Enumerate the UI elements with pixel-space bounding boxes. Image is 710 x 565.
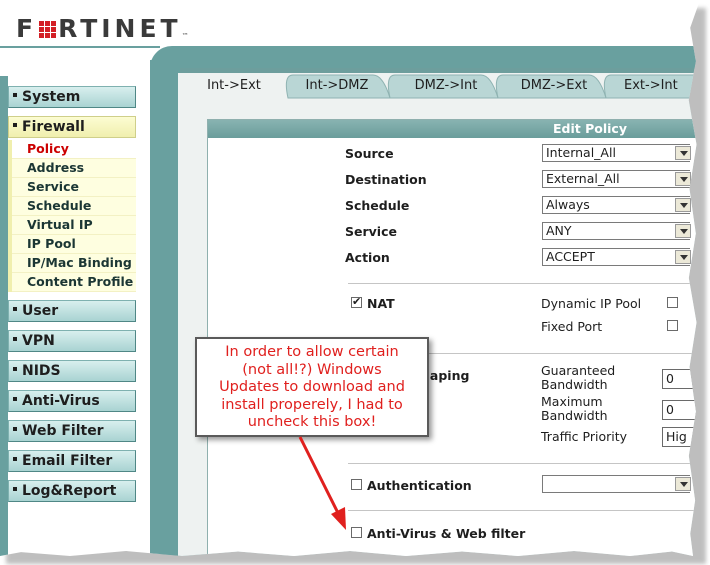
- fixed-port-checkbox[interactable]: [667, 320, 678, 331]
- submenu-item-content-profile[interactable]: Content Profile: [12, 273, 136, 292]
- authentication-label: Authentication: [367, 478, 472, 493]
- bullet-icon: [13, 307, 17, 311]
- chevron-down-icon[interactable]: [675, 477, 691, 491]
- source-select[interactable]: Internal_All: [542, 144, 691, 162]
- sidebar-item-label: VPN: [22, 333, 55, 349]
- submenu-item-virtual-ip[interactable]: Virtual IP: [12, 216, 136, 235]
- sidebar-item-user[interactable]: User: [8, 300, 136, 322]
- sidebar-item-label: NIDS: [22, 363, 61, 379]
- action-value: ACCEPT: [546, 249, 595, 264]
- divider: [348, 283, 700, 284]
- sidebar-item-web-filter[interactable]: Web Filter: [8, 420, 136, 442]
- divider: [348, 463, 700, 464]
- header-divider: [0, 46, 160, 48]
- fixed-port-label: Fixed Port: [541, 319, 603, 334]
- chevron-down-icon[interactable]: [675, 224, 691, 238]
- chevron-down-icon[interactable]: [675, 250, 691, 264]
- content-frame-left: [150, 60, 180, 556]
- annotation-line: install properely, I had to: [221, 396, 403, 413]
- submenu-item-address[interactable]: Address: [12, 159, 136, 178]
- chevron-down-icon[interactable]: [675, 198, 691, 212]
- logo-grid-icon: [39, 21, 57, 38]
- tab-dmz-int[interactable]: DMZ->Int: [398, 73, 494, 98]
- firewall-submenu: Policy Address Service Schedule Virtual …: [8, 140, 136, 292]
- authentication-select[interactable]: [542, 475, 691, 493]
- bullet-icon: [13, 123, 17, 127]
- anti-virus-web-filter-label: Anti-Virus & Web filter: [367, 526, 526, 541]
- chevron-down-icon[interactable]: [675, 172, 691, 186]
- dynamic-ip-pool-label: Dynamic IP Pool: [541, 296, 642, 311]
- content-frame-top: [150, 46, 700, 68]
- guaranteed-bandwidth-label: Guaranteed Bandwidth: [541, 363, 616, 392]
- left-stripe: [0, 76, 8, 556]
- sidebar-item-label: Web Filter: [22, 423, 104, 439]
- logo-text: F RTINET: [16, 13, 182, 43]
- annotation-line: In order to allow certain: [225, 344, 399, 360]
- annotation-line: Updates to download and: [219, 379, 405, 395]
- submenu-item-service[interactable]: Service: [12, 178, 136, 197]
- schedule-value: Always: [546, 197, 590, 212]
- bullet-icon: [13, 457, 17, 461]
- schedule-label: Schedule: [345, 198, 410, 213]
- annotation-callout: In order to allow certain (not all!?) Wi…: [195, 337, 429, 437]
- bullet-icon: [13, 427, 17, 431]
- service-value: ANY: [546, 223, 572, 238]
- sidebar-item-anti-virus[interactable]: Anti-Virus: [8, 390, 136, 412]
- destination-label: Destination: [345, 172, 427, 187]
- sidebar-item-vpn[interactable]: VPN: [8, 330, 136, 352]
- schedule-select[interactable]: Always: [542, 196, 691, 214]
- sidebar-item-email-filter[interactable]: Email Filter: [8, 450, 136, 472]
- bullet-icon: [13, 487, 17, 491]
- submenu-item-ip-mac-binding[interactable]: IP/Mac Binding: [12, 254, 136, 273]
- sidebar-item-system[interactable]: System: [8, 86, 136, 108]
- sidebar-item-label: Firewall: [22, 119, 85, 135]
- bullet-icon: [13, 367, 17, 371]
- annotation-line: (not all!?) Windows: [242, 361, 382, 378]
- sidebar-item-label: Anti-Virus: [22, 393, 100, 409]
- sidebar-item-firewall[interactable]: Firewall: [8, 116, 136, 138]
- submenu-item-ip-pool[interactable]: IP Pool: [12, 235, 136, 254]
- sidebar-item-label: Log&Report: [22, 483, 117, 499]
- sidebar: System Firewall Policy Address Service S…: [8, 86, 136, 510]
- maximum-bandwidth-input[interactable]: 0: [662, 400, 698, 420]
- source-value: Internal_All: [546, 145, 616, 160]
- tab-int-ext[interactable]: Int->Ext: [189, 73, 279, 98]
- sidebar-item-label: Email Filter: [22, 453, 113, 469]
- bullet-icon: [13, 397, 17, 401]
- divider: [348, 510, 700, 511]
- tab-ext-int[interactable]: Ext->Int: [624, 73, 700, 98]
- maximum-bandwidth-label: Maximum Bandwidth: [541, 394, 608, 423]
- sidebar-item-log-report[interactable]: Log&Report: [8, 480, 136, 502]
- annotation-line: uncheck this box!: [247, 414, 377, 430]
- bullet-icon: [13, 337, 17, 341]
- submenu-item-schedule[interactable]: Schedule: [12, 197, 136, 216]
- destination-select[interactable]: External_All: [542, 170, 691, 188]
- action-label: Action: [345, 250, 390, 265]
- fortinet-logo: F RTINET ™: [16, 13, 189, 43]
- tab-int-dmz[interactable]: Int->DMZ: [292, 73, 382, 98]
- source-label: Source: [345, 146, 394, 161]
- chevron-down-icon[interactable]: [675, 146, 691, 160]
- bullet-icon: [13, 93, 17, 97]
- anti-virus-web-filter-checkbox[interactable]: [351, 527, 362, 538]
- service-label: Service: [345, 224, 397, 239]
- submenu-item-policy[interactable]: Policy: [12, 140, 136, 159]
- nat-checkbox[interactable]: [351, 295, 362, 308]
- sidebar-item-nids[interactable]: NIDS: [8, 360, 136, 382]
- traffic-priority-label: Traffic Priority: [541, 429, 628, 444]
- nat-label: NAT: [367, 296, 395, 311]
- sidebar-item-label: System: [22, 89, 81, 105]
- tab-dmz-ext[interactable]: DMZ->Ext: [506, 73, 602, 98]
- dynamic-ip-pool-checkbox[interactable]: [667, 297, 678, 308]
- service-select[interactable]: ANY: [542, 222, 691, 240]
- form-title: Edit Policy: [208, 120, 700, 138]
- sidebar-item-label: User: [22, 303, 59, 319]
- screenshot-frame: F RTINET ™ System Firewall Policy Address …: [0, 0, 700, 556]
- action-select[interactable]: ACCEPT: [542, 248, 691, 266]
- destination-value: External_All: [546, 171, 620, 186]
- authentication-checkbox[interactable]: [351, 479, 362, 490]
